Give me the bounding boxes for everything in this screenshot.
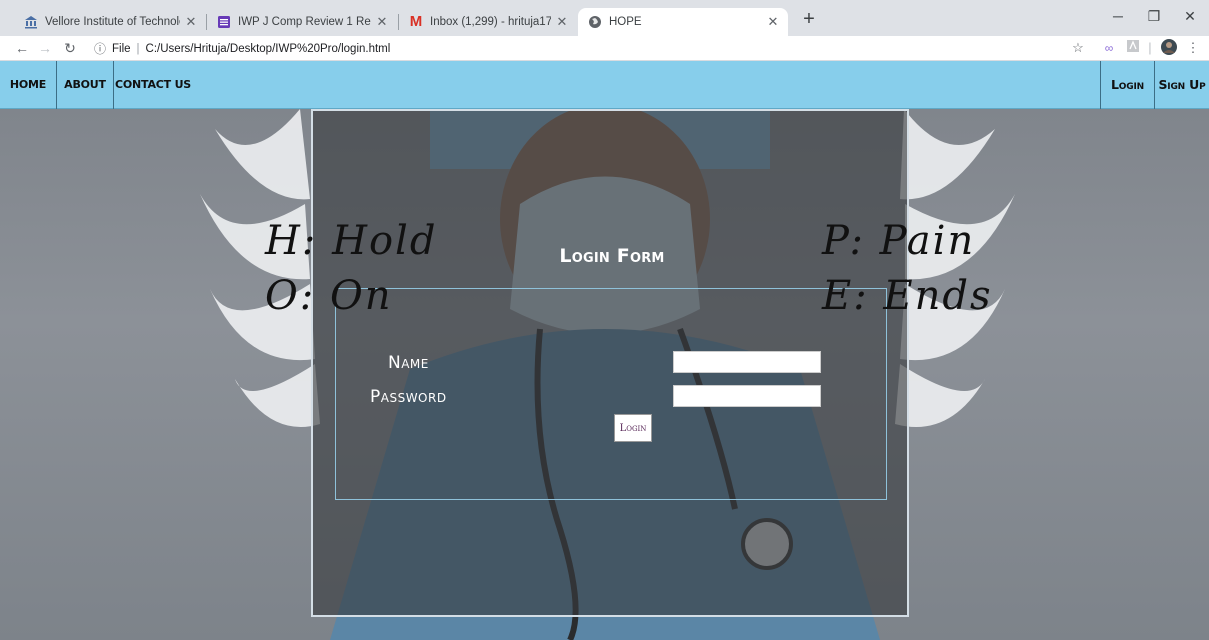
close-tab-icon[interactable]: ✕ <box>375 14 389 30</box>
institution-icon <box>24 15 38 29</box>
nav-home-link[interactable]: HOME <box>0 61 57 109</box>
info-icon[interactable]: ⓘ <box>94 40 106 57</box>
nav-login-link[interactable]: Login <box>1100 61 1154 109</box>
close-tab-icon[interactable]: ✕ <box>184 14 198 30</box>
tab-title: IWP J Comp Review 1 Report <box>238 16 371 28</box>
browser-tab-vit[interactable]: Vellore Institute of Technology (V ✕ <box>14 8 206 36</box>
site-navbar: HOME ABOUT CONTACT US Login Sign Up <box>0 61 1209 109</box>
nav-about-link[interactable]: ABOUT <box>57 61 114 109</box>
gmail-icon: M <box>409 13 423 30</box>
login-card: Login Form Name Password Login <box>311 109 909 617</box>
close-tab-icon[interactable]: ✕ <box>766 14 780 30</box>
browser-tab-strip: Vellore Institute of Technology (V ✕ IWP… <box>0 0 1209 36</box>
address-path: C:/Users/Hrituja/Desktop/IWP%20Pro/login… <box>145 42 391 55</box>
address-divider: | <box>136 42 140 55</box>
hero-text-right-1: P: Pain <box>822 218 976 264</box>
close-tab-icon[interactable]: ✕ <box>555 14 569 30</box>
menu-kebab-icon[interactable]: ⋮ <box>1186 39 1200 57</box>
restore-icon[interactable]: ❐ <box>1136 4 1172 28</box>
password-input[interactable] <box>673 385 821 407</box>
nav-signup-link[interactable]: Sign Up <box>1154 61 1209 109</box>
address-scheme: File <box>112 42 131 55</box>
tab-title: HOPE <box>609 16 642 28</box>
bookmark-star-icon[interactable]: ☆ <box>1070 39 1086 57</box>
browser-tab-gmail[interactable]: M Inbox (1,299) - hrituja17.hs@gm ✕ <box>399 8 577 36</box>
nav-contact-link[interactable]: CONTACT US <box>114 61 192 109</box>
browser-tab-iwp[interactable]: IWP J Comp Review 1 Report ✕ <box>207 8 397 36</box>
new-tab-button[interactable]: + <box>795 6 823 32</box>
name-label: Name <box>388 353 429 373</box>
login-submit-button[interactable]: Login <box>614 414 652 442</box>
name-input[interactable] <box>673 351 821 373</box>
login-form: Name Password Login <box>335 288 887 500</box>
address-bar[interactable]: ⓘ File | C:/Users/Hrituja/Desktop/IWP%20… <box>94 38 1079 59</box>
reload-icon[interactable]: ↻ <box>60 38 80 58</box>
minimize-icon[interactable]: ─ <box>1100 4 1136 28</box>
hero-text-right-2: E: Ends <box>822 273 993 319</box>
extension-infinity-icon[interactable]: ∞ <box>1101 39 1117 57</box>
extension-pdf-icon[interactable] <box>1125 39 1141 57</box>
globe-icon <box>588 15 602 29</box>
forms-icon <box>217 15 231 29</box>
browser-toolbar: ← → ↻ ⓘ File | C:/Users/Hrituja/Desktop/… <box>0 36 1209 61</box>
browser-tab-hope[interactable]: HOPE ✕ <box>578 8 788 36</box>
tab-title: Vellore Institute of Technology (V <box>45 16 180 28</box>
back-arrow-icon[interactable]: ← <box>12 38 32 58</box>
forward-arrow-icon[interactable]: → <box>35 38 55 58</box>
profile-avatar[interactable] <box>1160 39 1178 57</box>
close-window-icon[interactable]: ✕ <box>1172 4 1208 28</box>
page-viewport: HOME ABOUT CONTACT US Login Sign Up Logi… <box>0 61 1209 640</box>
toolbar-divider: | <box>1148 40 1152 55</box>
password-label: Password <box>370 387 447 407</box>
tab-title: Inbox (1,299) - hrituja17.hs@gm <box>430 16 551 28</box>
hero-text-left-2: O: On <box>265 273 393 319</box>
hero-text-left-1: H: Hold <box>265 218 438 264</box>
